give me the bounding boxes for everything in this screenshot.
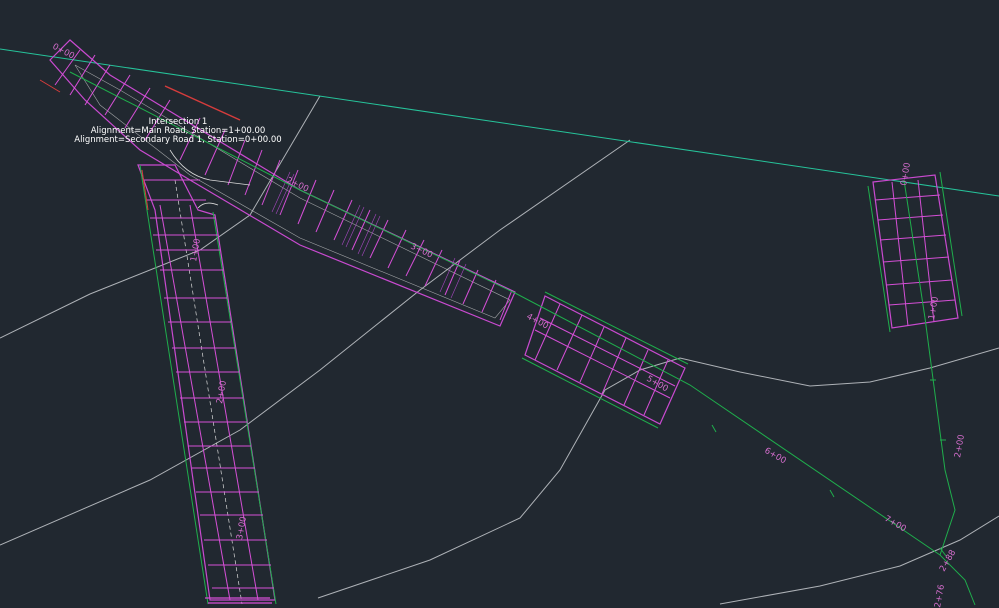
station-secondary-2: 2+00	[215, 380, 229, 405]
station-main-4: 4+00	[525, 312, 550, 332]
intersection-annotation: Intersection 1 Alignment=Main Road, Stat…	[74, 117, 281, 145]
drawing-viewport[interactable]: Intersection 1 Alignment=Main Road, Stat…	[0, 0, 999, 608]
secondary-corridor-outline	[137, 164, 276, 601]
station-main-2: 2+00	[285, 176, 310, 195]
main-corridor-outline	[49, 39, 516, 327]
segment-2-outline	[524, 295, 686, 425]
station-main-7: 7+00	[883, 514, 908, 534]
main-road-corridor	[39, 39, 516, 327]
cad-model-space[interactable]: Intersection 1 Alignment=Main Road, Stat…	[0, 0, 999, 608]
main-alignment	[69, 71, 976, 606]
existing-ground-lines	[0, 95, 999, 605]
ground-line-2	[0, 139, 631, 546]
intersection-curb-return-2	[197, 202, 219, 209]
station-secondary-1: 1+00	[189, 238, 203, 263]
segment-2-hatch	[534, 303, 676, 416]
segment-2-green-edges	[521, 291, 689, 429]
intersection-alignment-secondary: Alignment=Secondary Road 1, Station=0+00…	[74, 135, 281, 145]
station-side-1: 1+00	[927, 296, 941, 321]
ground-line-4	[719, 515, 999, 605]
station-side-2: 2+00	[953, 434, 967, 459]
station-side-end: 2+76	[933, 584, 947, 608]
secondary-green-edges	[139, 164, 277, 605]
main-road-corridor-segment-2	[521, 291, 689, 429]
side-road-corridor	[867, 171, 963, 556]
